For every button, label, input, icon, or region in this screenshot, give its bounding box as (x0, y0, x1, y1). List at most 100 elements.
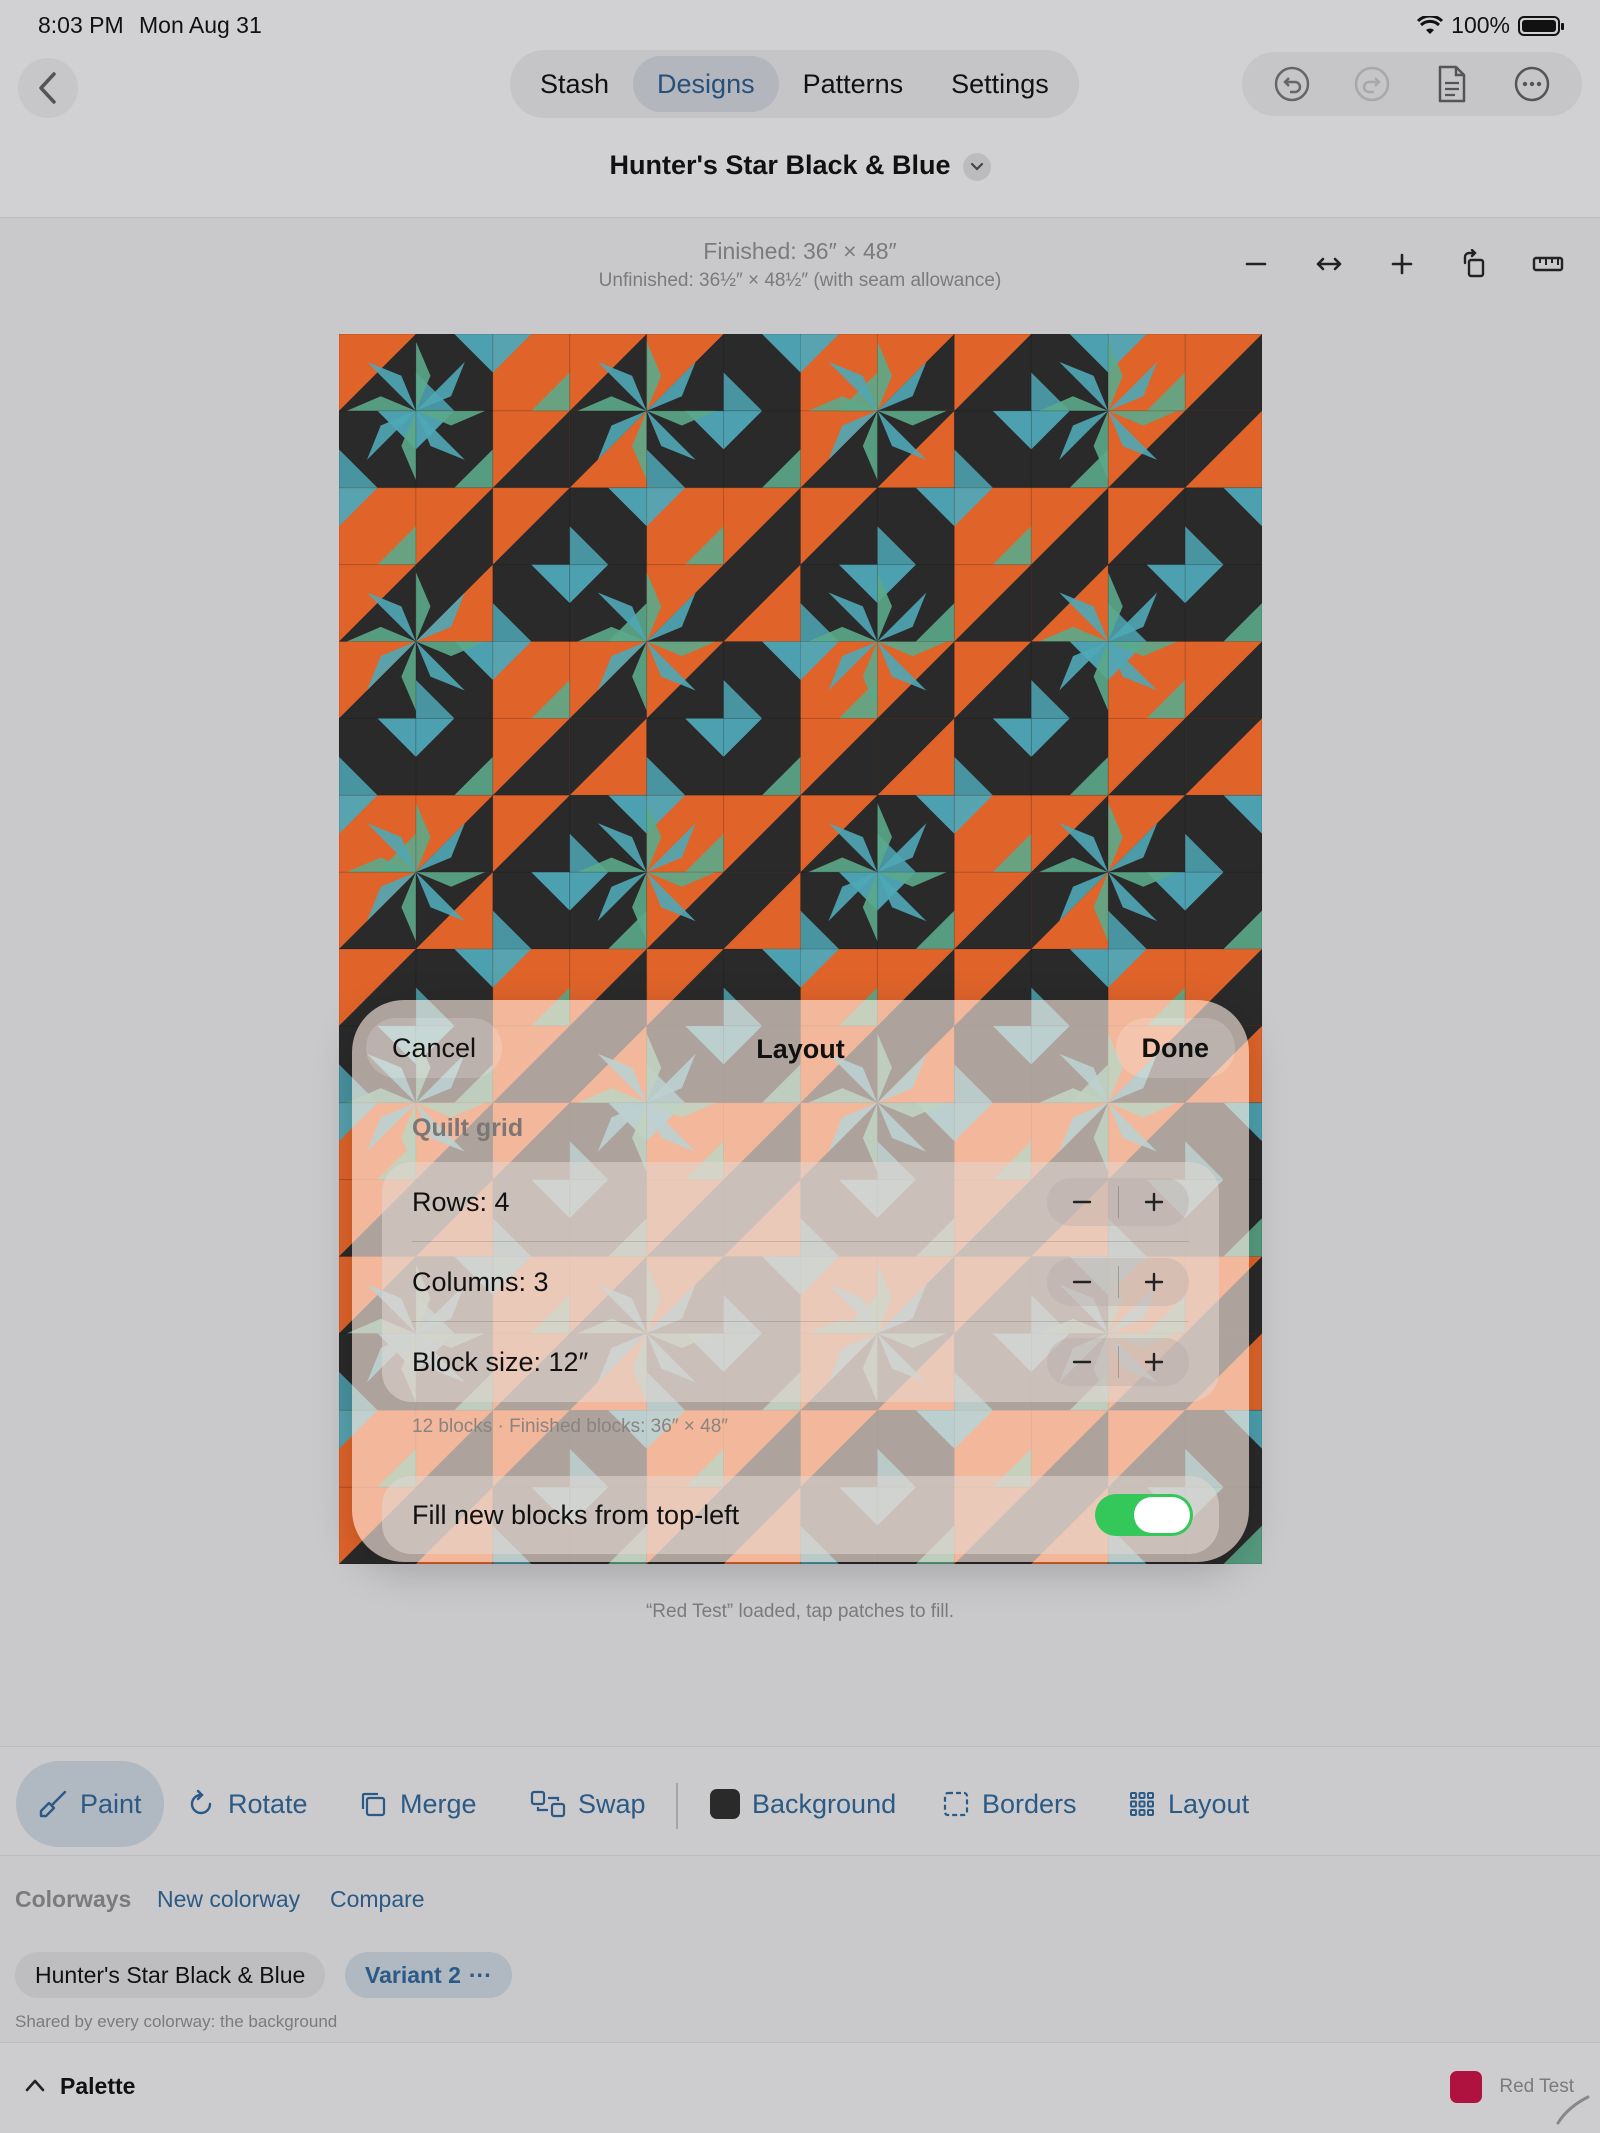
active-fabric-swatch[interactable] (1450, 2071, 1482, 2103)
rotate-label: Rotate (228, 1788, 308, 1819)
colorway-chip[interactable]: Hunter's Star Black & Blue (15, 1952, 326, 1998)
navigation-bar: 8:03 PM Mon Aug 31 100% Stash Designs Pa… (0, 0, 1600, 218)
tab-stash[interactable]: Stash (516, 56, 633, 112)
rows-increment-button[interactable] (1119, 1178, 1190, 1226)
plus-icon (1391, 253, 1413, 275)
paint-label: Paint (80, 1788, 142, 1819)
chevron-left-icon (39, 72, 56, 104)
pencil-indicator-icon (1556, 2095, 1590, 2125)
columns-decrement-button[interactable] (1047, 1258, 1118, 1306)
background-label: Background (752, 1788, 897, 1819)
fit-width-button[interactable] (1305, 240, 1353, 288)
swap-icon (530, 1790, 566, 1818)
status-right: 100% (1417, 12, 1564, 39)
rows-decrement-button[interactable] (1047, 1178, 1118, 1226)
battery-icon (1518, 15, 1564, 36)
done-button[interactable]: Done (1115, 1018, 1235, 1078)
canvas-hint: “Red Test” loaded, tap patches to fill. (645, 1601, 955, 1622)
paintbrush-icon (39, 1790, 67, 1818)
plus-icon (1144, 1272, 1163, 1292)
minus-icon (1073, 1360, 1092, 1364)
arrows-horizontal-icon (1316, 257, 1342, 271)
rotate-canvas-button[interactable] (1451, 240, 1499, 288)
compare-button[interactable]: Compare (330, 1886, 425, 1913)
fill-option-label: Fill new blocks from top-left (412, 1499, 740, 1530)
layout-button[interactable]: Layout (1106, 1761, 1271, 1847)
swap-label: Swap (578, 1788, 646, 1819)
grid-summary: 12 blocks · Finished blocks: 36″ × 48″ (412, 1416, 729, 1437)
undo-button[interactable] (1270, 62, 1314, 106)
block-size-increment-button[interactable] (1119, 1338, 1190, 1386)
palette-label: Palette (60, 2073, 136, 2099)
colorway-chip-label: Variant 2 (365, 1961, 461, 1988)
colorways-note: Shared by every colorway: the background (15, 2012, 338, 2031)
design-title-menu[interactable]: Hunter's Star Black & Blue (0, 150, 1600, 181)
background-button[interactable]: Background (688, 1761, 918, 1847)
colorways-panel: Colorways New colorway Compare Hunter's … (0, 1856, 1600, 2042)
tab-settings[interactable]: Settings (927, 56, 1073, 112)
rows-label: Rows: 4 (412, 1186, 510, 1217)
design-title: Hunter's Star Black & Blue (609, 150, 951, 180)
chevron-down-icon (962, 152, 991, 181)
undo-icon (1274, 66, 1310, 102)
columns-label: Columns: 3 (412, 1266, 549, 1297)
rows-row: Rows: 4 (382, 1162, 1219, 1242)
document-button[interactable] (1430, 62, 1474, 106)
ellipsis-icon[interactable]: ··· (469, 1962, 492, 1989)
sheet-title: Layout (756, 1034, 845, 1064)
more-icon (1514, 66, 1550, 102)
document-icon (1438, 65, 1466, 103)
minus-icon (1245, 262, 1267, 266)
grid-icon (1130, 1792, 1154, 1816)
merge-label: Merge (400, 1788, 477, 1819)
columns-row: Columns: 3 (382, 1242, 1219, 1322)
colorway-chip-selected[interactable]: Variant 2 ··· (345, 1952, 512, 1998)
merge-button[interactable]: Merge (336, 1761, 499, 1847)
fill-option-toggle[interactable] (1095, 1494, 1193, 1536)
status-date: Mon Aug 31 (139, 12, 262, 38)
merge-icon (361, 1792, 386, 1817)
rotate-icon (190, 1789, 212, 1815)
palette-bar[interactable]: Palette Red Test (0, 2042, 1600, 2133)
minus-icon (1073, 1280, 1092, 1284)
back-button[interactable] (18, 58, 78, 118)
layout-sheet: Cancel Layout Done Quilt grid Rows: 4 Co… (352, 1000, 1249, 1562)
borders-icon (943, 1791, 969, 1817)
columns-increment-button[interactable] (1119, 1258, 1190, 1306)
plus-icon (1144, 1192, 1163, 1212)
rotate-button[interactable]: Rotate (164, 1761, 330, 1847)
toolbar-divider (676, 1783, 678, 1829)
colorways-label: Colorways (15, 1886, 132, 1912)
block-size-decrement-button[interactable] (1047, 1338, 1118, 1386)
rows-stepper (1047, 1178, 1189, 1226)
columns-stepper (1047, 1258, 1189, 1306)
canvas-tools (1232, 236, 1572, 292)
zoom-in-button[interactable] (1378, 240, 1426, 288)
tab-patterns[interactable]: Patterns (779, 56, 928, 112)
block-size-row: Block size: 12″ (382, 1322, 1219, 1402)
block-size-stepper (1047, 1338, 1189, 1386)
borders-label: Borders (982, 1788, 1077, 1819)
plus-icon (1144, 1352, 1163, 1372)
zoom-out-button[interactable] (1232, 240, 1280, 288)
layout-label: Layout (1168, 1788, 1250, 1819)
ruler-button[interactable] (1524, 240, 1572, 288)
background-swatch (710, 1789, 740, 1819)
rotate-square-icon (1463, 249, 1485, 278)
paint-button[interactable]: Paint (16, 1761, 164, 1847)
chevron-up-icon (25, 2079, 45, 2092)
status-bar: 8:03 PM Mon Aug 31 100% (0, 0, 1600, 50)
grid-settings-group: Rows: 4 Columns: 3 Block size: 12″ (382, 1162, 1219, 1402)
swap-button[interactable]: Swap (508, 1761, 668, 1847)
redo-icon (1354, 66, 1390, 102)
document-tools (1242, 52, 1582, 116)
more-button[interactable] (1510, 62, 1554, 106)
tab-designs[interactable]: Designs (633, 56, 779, 112)
colorway-chip-label: Hunter's Star Black & Blue (35, 1961, 306, 1988)
battery-percent: 100% (1451, 12, 1510, 38)
section-header: Quilt grid (412, 1114, 524, 1142)
redo-button[interactable] (1350, 62, 1394, 106)
new-colorway-button[interactable]: New colorway (157, 1886, 300, 1913)
status-time: 8:03 PM (38, 12, 124, 38)
borders-button[interactable]: Borders (920, 1761, 1099, 1847)
